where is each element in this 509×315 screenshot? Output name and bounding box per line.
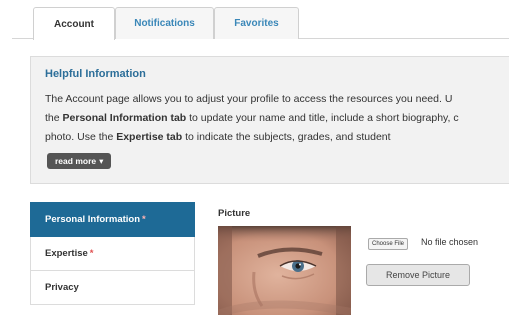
info-line-2-post: to update your name and title, include a… (186, 112, 459, 124)
required-marker: * (89, 248, 94, 259)
helpful-information-box: Helpful Information The Account page all… (30, 56, 509, 184)
side-nav-expertise[interactable]: Expertise * (30, 237, 195, 271)
tab-favorites[interactable]: Favorites (214, 7, 299, 39)
info-line-3-post: to indicate the subjects, grades, and st… (182, 131, 391, 143)
info-line-3-bold: Expertise tab (116, 131, 183, 143)
info-line-1: The Account page allows you to adjust yo… (45, 93, 453, 105)
choose-file-button[interactable]: Choose File (368, 238, 409, 250)
face-photo-image (218, 226, 351, 315)
read-more-label: read more (55, 156, 97, 166)
side-nav-label: Expertise (45, 248, 88, 259)
side-nav: Personal Information * Expertise * Privacy (30, 202, 195, 305)
caret-down-icon: ▾ (99, 155, 104, 166)
info-line-2-bold: Personal Information tab (62, 112, 187, 124)
info-line-2-pre: the (45, 112, 63, 124)
account-page: Account Notifications Favorites Helpful … (0, 0, 509, 315)
tab-account[interactable]: Account (33, 7, 115, 40)
profile-photo (218, 226, 351, 315)
read-more-button[interactable]: read more ▾ (47, 153, 112, 169)
file-status-text: No file chosen (421, 237, 479, 247)
tab-notifications[interactable]: Notifications (115, 7, 214, 39)
info-title: Helpful Information (45, 68, 146, 80)
side-nav-personal-information[interactable]: Personal Information * (30, 202, 195, 237)
remove-picture-button[interactable]: Remove Picture (366, 264, 470, 286)
info-text: The Account page allows you to adjust yo… (45, 90, 506, 147)
required-marker: * (142, 214, 146, 225)
side-nav-label: Personal Information (45, 214, 141, 225)
info-line-2: the Personal Information tab to update y… (45, 109, 506, 128)
picture-label: Picture (218, 208, 251, 219)
side-nav-label: Privacy (45, 282, 79, 293)
info-line-3: photo. Use the Expertise tab to indicate… (45, 128, 506, 147)
side-nav-privacy[interactable]: Privacy (30, 271, 195, 305)
info-line-3-pre: photo. Use the (45, 131, 117, 143)
